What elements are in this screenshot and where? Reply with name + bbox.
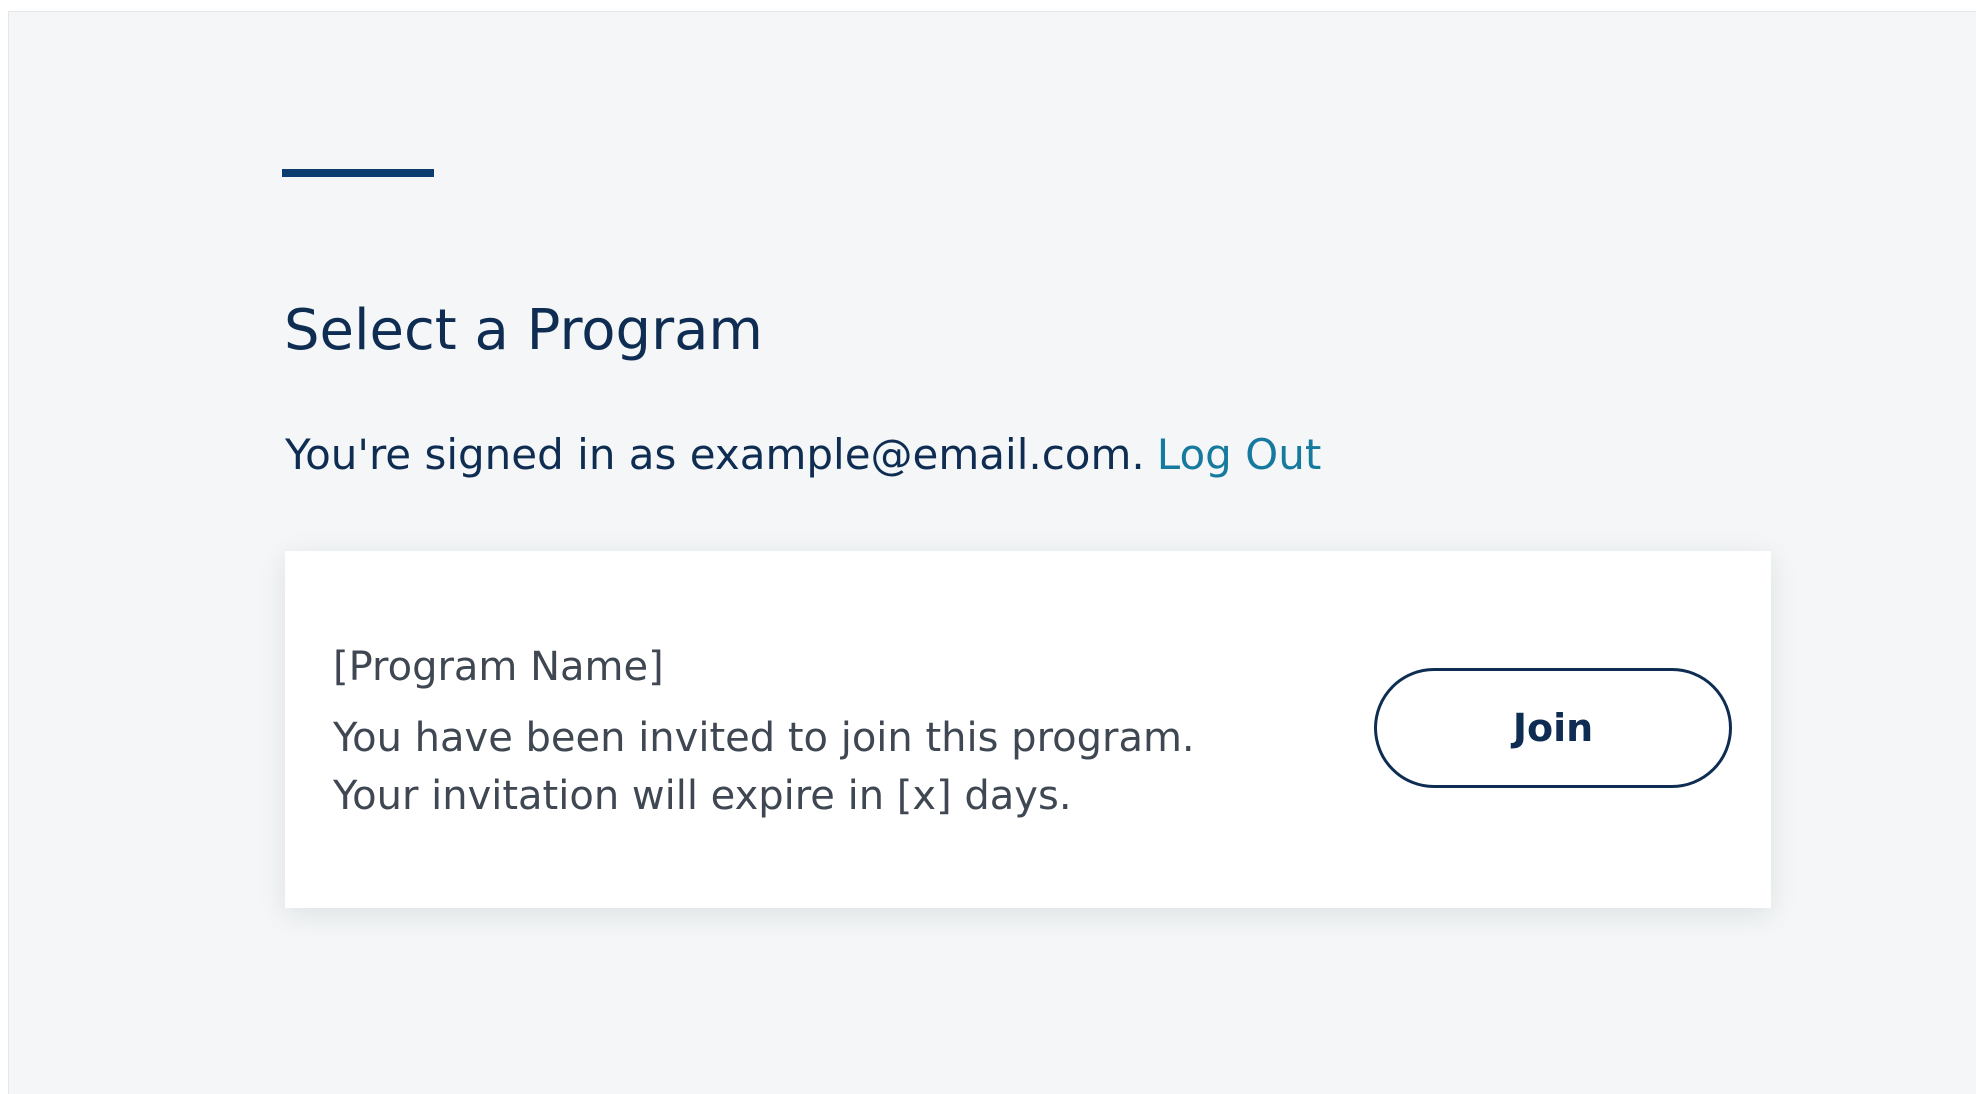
program-description: You have been invited to join this progr… (333, 709, 1195, 825)
join-button[interactable]: Join (1374, 668, 1732, 788)
signed-in-status: You're signed in as example@email.com. Lo… (285, 430, 1321, 480)
expiry-message: Your invitation will expire in [x] days. (333, 773, 1072, 819)
program-name: [Program Name] (333, 644, 664, 690)
title-accent-bar (282, 169, 434, 177)
program-card: [Program Name] You have been invited to … (285, 551, 1771, 908)
page-title: Select a Program (284, 298, 763, 363)
page-background: Select a Program You're signed in as exa… (8, 11, 1976, 1094)
logout-link[interactable]: Log Out (1157, 430, 1322, 479)
invite-message: You have been invited to join this progr… (333, 715, 1195, 761)
signed-in-text: You're signed in as example@email.com. (285, 430, 1145, 479)
